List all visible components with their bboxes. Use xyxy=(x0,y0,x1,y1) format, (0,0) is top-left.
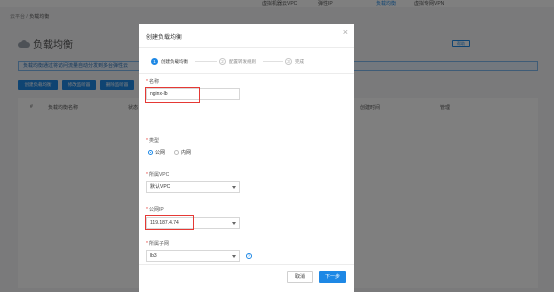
vpc-select[interactable]: 默认VPC xyxy=(146,181,240,193)
step-number: 3 xyxy=(285,58,292,65)
public-ip-label: *公网IP xyxy=(146,207,164,213)
step-1: 1 创建负载均衡 xyxy=(151,58,188,65)
radio-public[interactable]: 公网 xyxy=(148,149,165,156)
cancel-button[interactable]: 取消 xyxy=(287,271,313,283)
question-icon[interactable]: ? xyxy=(246,253,252,259)
step-3: 3 完成 xyxy=(285,58,304,65)
highlight-box xyxy=(145,87,200,103)
subnet-select[interactable]: lb3 xyxy=(146,250,240,262)
type-label: *类型 xyxy=(146,138,159,144)
radio-checked-icon xyxy=(148,150,153,155)
dialog-title: 创建负载均衡 xyxy=(146,35,183,41)
name-label: *名称 xyxy=(146,79,159,85)
step-2: 2 配置转发规则 xyxy=(219,58,256,65)
subnet-label: *所属子网 xyxy=(146,241,169,247)
step-connector xyxy=(263,61,283,62)
divider xyxy=(139,264,354,265)
step-number: 2 xyxy=(219,58,226,65)
step-number: 1 xyxy=(151,58,158,65)
vpc-label: *所属VPC xyxy=(146,172,170,178)
type-radio-group: 公网 内网 xyxy=(148,149,200,156)
step-label: 配置转发规则 xyxy=(229,58,256,64)
step-connector xyxy=(195,61,217,62)
radio-private[interactable]: 内网 xyxy=(174,149,191,156)
radio-unchecked-icon xyxy=(174,150,180,155)
highlight-box xyxy=(145,215,194,230)
step-label: 完成 xyxy=(295,58,304,64)
close-icon[interactable]: × xyxy=(343,28,348,37)
divider xyxy=(139,73,354,74)
next-button[interactable]: 下一步 xyxy=(319,271,346,283)
wizard-steps: 1 创建负载均衡 2 配置转发规则 3 完成 xyxy=(151,58,341,66)
divider xyxy=(139,47,354,48)
create-lb-dialog: 创建负载均衡 × 1 创建负载均衡 2 配置转发规则 3 完成 *名称 ngin… xyxy=(139,24,354,292)
step-label: 创建负载均衡 xyxy=(161,58,188,64)
